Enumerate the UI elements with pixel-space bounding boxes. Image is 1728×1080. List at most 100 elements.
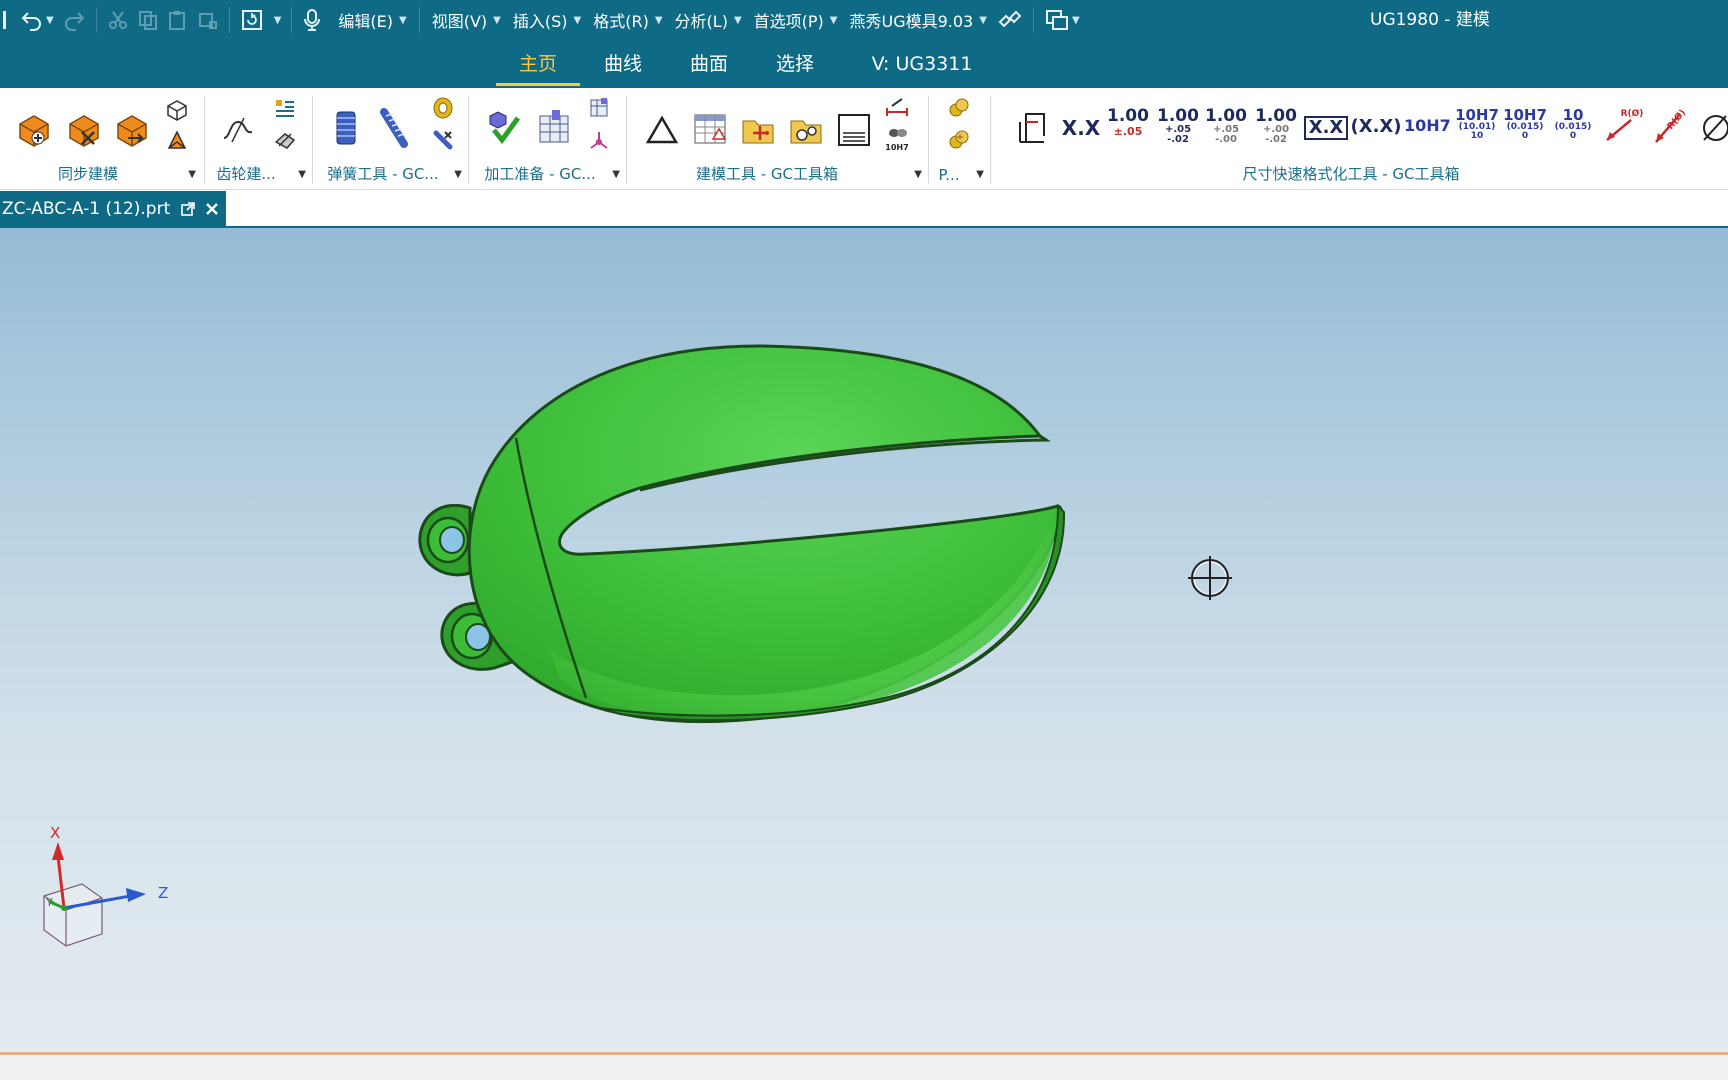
sync-replace-face-icon[interactable] [110,108,154,152]
menu-insert[interactable]: 插入(S) ▼ [507,0,587,40]
tab-curve[interactable]: 曲线 [598,40,648,88]
sync-move-face-icon[interactable] [12,108,56,152]
folder-circle-icon[interactable] [784,108,828,152]
tol-main: 1.00 [1157,106,1199,126]
sync-delete-face-icon[interactable] [62,108,106,152]
coins-stack-icon[interactable] [944,126,974,154]
dimension-style-icon[interactable] [1010,106,1054,150]
chevron-down-icon[interactable]: ▼ [454,169,462,180]
tol-lower: -.00 [1215,134,1237,145]
drawing-sheet-icon[interactable] [832,108,876,152]
group-gear-modeling: 齿轮建... ▼ [208,88,310,190]
folder-point-icon[interactable] [736,108,780,152]
gear-curve-icon[interactable] [218,110,258,150]
sync-pull-face-icon[interactable] [162,126,192,154]
format-fit-button[interactable]: 10H7 [1404,118,1451,134]
menu-yanxiu-mold[interactable]: 燕秀UG模具9.03 ▼ [843,0,992,40]
chevron-down-icon[interactable]: ▼ [612,169,620,180]
menu-preferences[interactable]: 首选项(P) ▼ [748,0,844,40]
fit-tolerance-icon[interactable]: 10H7 [882,124,912,156]
chevron-down-icon[interactable]: ▼ [188,169,196,180]
group-modeling-tools: 10H7 建模工具 - GC工具箱 ▼ [630,88,926,190]
tab-version[interactable]: V: UG3311 [862,40,982,88]
spring-delete-icon[interactable] [428,126,458,154]
format-tol-pm-button[interactable]: 1.00 ±.05 [1106,106,1150,138]
group-divider [204,96,205,184]
machining-coordinate-icon[interactable] [584,126,614,154]
group-label: 尺寸快速格式化工具 - GC工具箱 [1242,165,1460,183]
copy-icon[interactable] [133,0,163,40]
green-part-model[interactable] [0,228,1728,1052]
coordinate-triad: X Y Z [43,826,168,947]
repeat-icon[interactable] [193,0,223,40]
chevron-down-icon[interactable]: ▼ [914,169,922,180]
tol-sub: ±.05 [1113,125,1143,138]
document-tab-bar [0,191,1728,227]
group-label: 加工准备 - GC... [484,165,596,183]
window-title: UG1980 - 建模 [1370,10,1490,30]
coins-icon[interactable] [944,94,974,122]
radius-label: R(Ø) [1620,109,1644,119]
toolbar-separator [291,7,293,33]
format-tol-plus-button[interactable]: 1.00 +.05 -.00 [1204,108,1248,145]
chevron-down-icon[interactable]: ▼ [298,169,306,180]
sync-offset-region-icon[interactable] [162,96,192,124]
format-tol-minus-button[interactable]: 1.00 +.00 -.02 [1254,108,1298,145]
menu-view[interactable]: 视图(V) ▼ [426,0,507,40]
toolbar-separator [1032,7,1034,33]
spring-disc-icon[interactable] [428,94,458,122]
ribbon-tab-row: 主页 曲线 曲面 选择 V: UG3311 [0,40,1728,121]
format-fit-tolerance-button[interactable]: 10H7 (0.015) 0 [1502,108,1548,141]
tab-home[interactable]: 主页 [496,40,580,88]
group-synchronous-modeling: 同步建模 ▼ [0,88,200,190]
group-label: 弹簧工具 - GC... [327,165,439,183]
spring-cylinder-icon[interactable] [326,106,366,150]
radius-leader-button[interactable]: R(Ø) [1598,108,1644,148]
save-icon[interactable] [0,0,8,40]
paste-icon[interactable] [163,0,193,40]
machining-export-icon[interactable] [584,94,614,122]
menu-analysis[interactable]: 分析(L) ▼ [669,0,748,40]
diameter-button[interactable] [1694,108,1728,148]
toolbar-separator [228,7,230,33]
table-icon[interactable] [688,108,732,152]
format-basic-box-button[interactable]: X.X [1304,116,1348,140]
format-tol-plus-minus-button[interactable]: 1.00 +.05 -.02 [1156,108,1200,145]
window-layout-icon[interactable]: ▼ [1040,0,1084,40]
machining-check-icon[interactable] [482,106,526,150]
graphics-viewport[interactable]: X Y Z [0,228,1728,1052]
gear-surface-icon[interactable] [270,126,300,154]
link-icon[interactable] [993,0,1027,40]
detach-icon[interactable] [178,199,198,219]
document-tab[interactable]: ZC-ABC-A-1 (12).prt [0,191,226,227]
redo-icon[interactable] [58,0,90,40]
fit-sub2: 10 [1470,131,1484,141]
x-axis-label: X [50,826,60,842]
format-xx-button[interactable]: X.X [1060,118,1102,138]
toolbar-separator [418,7,420,33]
machining-layout-icon[interactable] [532,106,576,150]
spring-extension-icon[interactable] [374,106,414,150]
tab-surface[interactable]: 曲面 [684,40,734,88]
format-reference-button[interactable]: (X.X) [1350,118,1402,136]
menu-format[interactable]: 格式(R) ▼ [587,0,668,40]
fit-sub2: 0 [1569,131,1577,141]
cut-icon[interactable] [103,0,133,40]
format-fit-limit-button[interactable]: 10H7 (10.01) 10 [1454,108,1500,141]
format-size-tolerance-button[interactable]: 10 (0.015) 0 [1550,108,1596,141]
gear-table-icon[interactable] [270,94,300,122]
tol-main: 1.00 [1107,106,1149,126]
triangle-icon[interactable] [640,108,684,152]
group-label: 建模工具 - GC工具箱 [695,165,839,183]
close-icon[interactable] [202,199,222,219]
undo-icon[interactable]: ▼ [16,0,58,40]
group-label: 同步建模 [57,165,118,183]
microphone-icon[interactable] [298,0,326,40]
dimension-arrow-icon[interactable] [882,94,912,122]
tab-select[interactable]: 选择 [770,40,820,88]
window-icon[interactable]: ▼ [236,0,286,40]
fit-sub2: 0 [1521,131,1529,141]
fit-main: 10H7 [1455,106,1499,124]
menu-edit[interactable]: 编辑(E) ▼ [332,0,412,40]
radius-diagonal-button[interactable]: R(Ø) [1646,106,1690,150]
